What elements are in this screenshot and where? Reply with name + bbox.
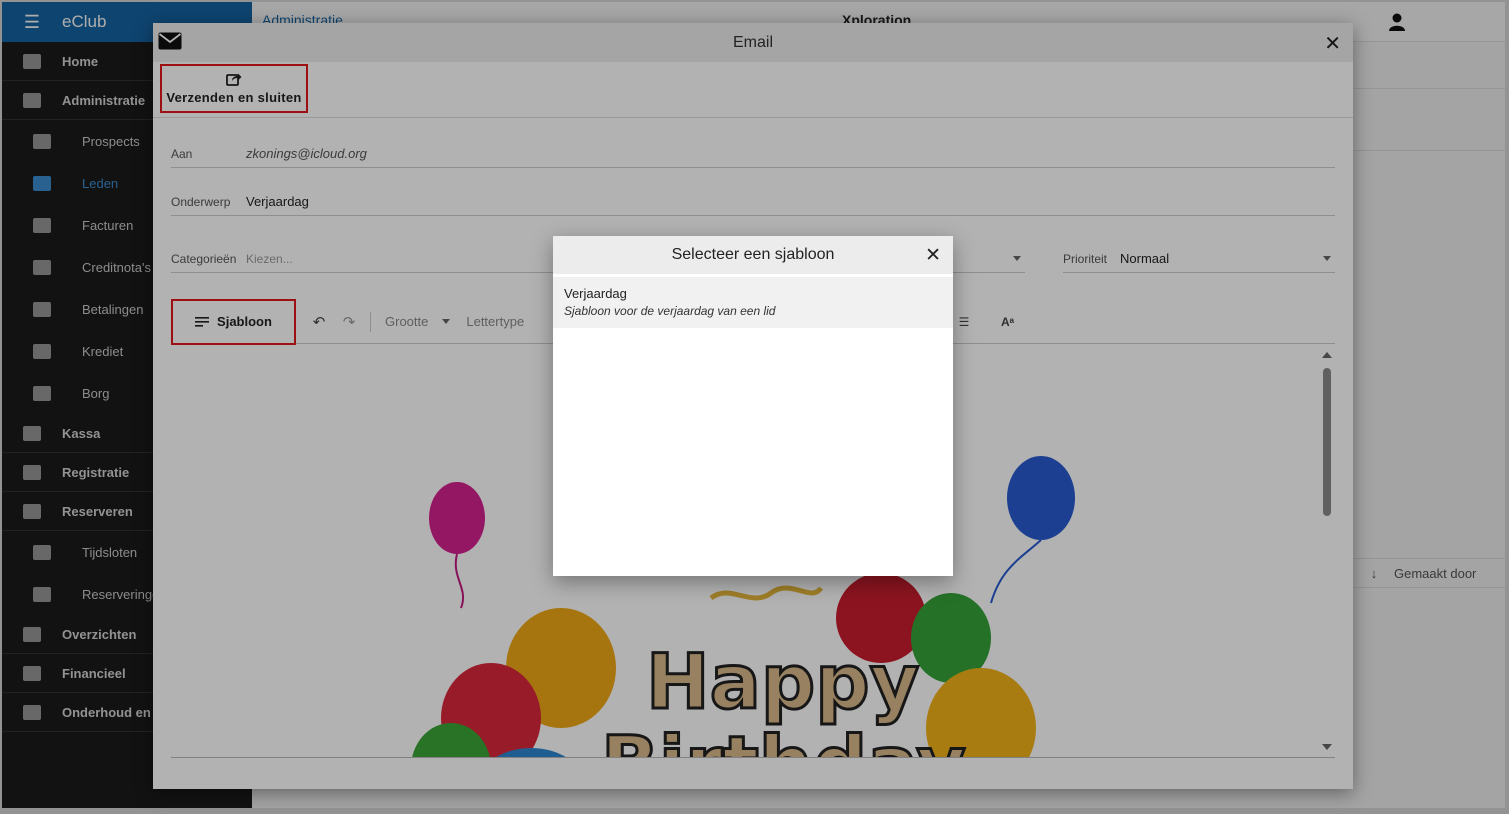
template-list: Verjaardag Sjabloon voor de verjaardag v… [553, 274, 953, 328]
close-icon[interactable]: ✕ [925, 244, 941, 267]
template-dialog-header: Selecteer een sjabloon ✕ [553, 236, 953, 274]
template-description: Sjabloon voor de verjaardag van een lid [564, 304, 776, 318]
template-dialog: Selecteer een sjabloon ✕ Verjaardag Sjab… [553, 236, 953, 576]
template-name: Verjaardag [564, 286, 627, 301]
template-item[interactable]: Verjaardag Sjabloon voor de verjaardag v… [553, 277, 953, 328]
template-dialog-title: Selecteer een sjabloon [671, 246, 835, 263]
